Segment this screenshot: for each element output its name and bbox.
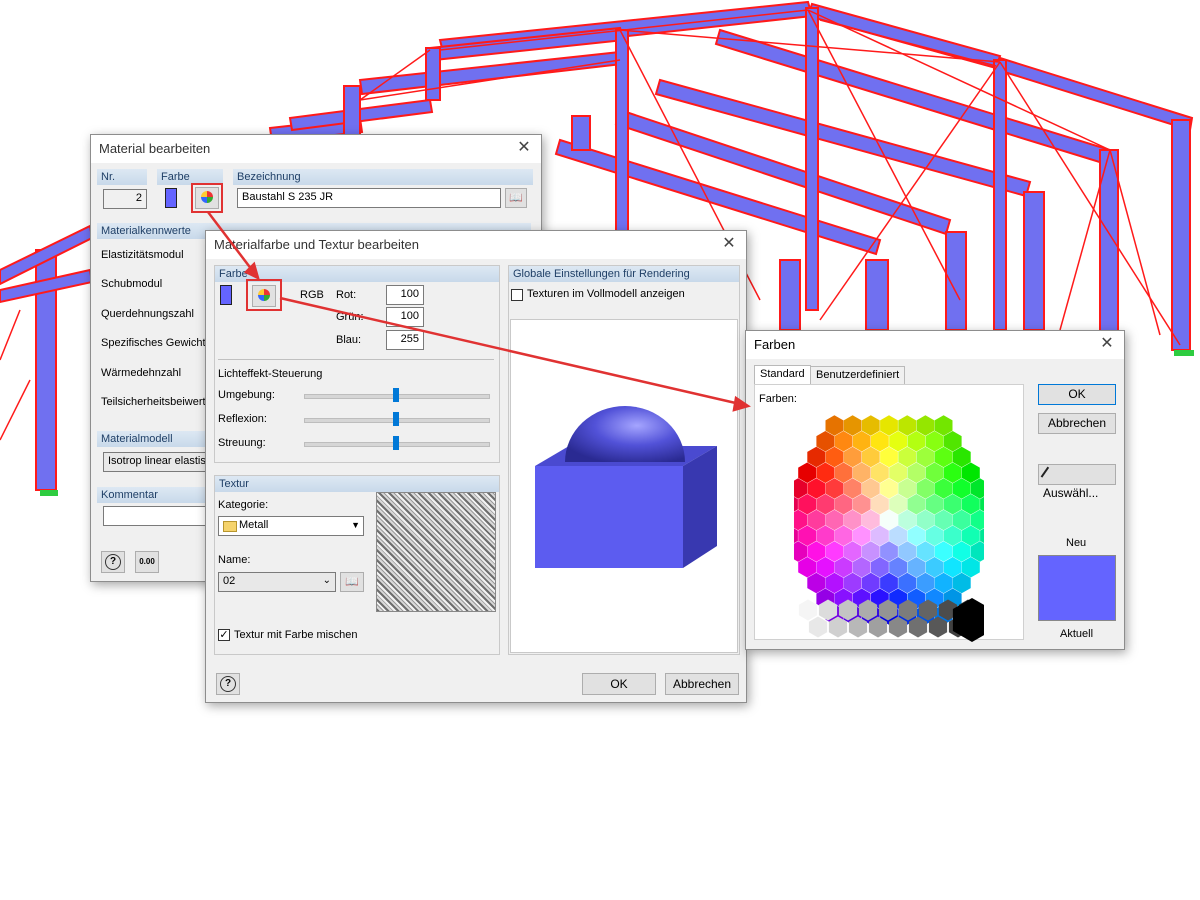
umgebung-label: Umgebung: (218, 389, 275, 401)
kategorie-select[interactable]: Metall ▼ (218, 516, 364, 536)
reflexion-slider-thumb[interactable] (393, 412, 399, 426)
eyedropper-icon (1040, 466, 1058, 484)
colors-title: Farben (754, 337, 796, 352)
color-picker-highlight (246, 279, 282, 311)
rot-input[interactable]: 100 (386, 285, 424, 305)
material-edit-title: Material bearbeiten (99, 141, 211, 156)
blau-input[interactable]: 255 (386, 330, 424, 350)
texture-library-button[interactable]: 📖 (340, 572, 364, 592)
colors-dialog: Farben ✕ Standard Benutzerdefiniert Farb… (745, 330, 1125, 650)
dropdown-arrow-icon: ▼ (351, 520, 360, 530)
umgebung-slider-thumb[interactable] (393, 388, 399, 402)
ok-button[interactable]: OK (582, 673, 656, 695)
help-icon: ? (220, 676, 236, 692)
color-hexagon-palette[interactable] (794, 415, 984, 645)
kennwert-label: Querdehnungszahl (101, 308, 194, 320)
cancel-button[interactable]: Abbrechen (665, 673, 739, 695)
units-icon: 0.00 (139, 557, 155, 566)
rgb-label: RGB (300, 289, 324, 301)
render-preview (510, 319, 738, 653)
vollmodell-checkbox[interactable] (511, 289, 523, 301)
global-rendering-header: Globale Einstellungen für Rendering (509, 266, 739, 282)
material-edit-titlebar[interactable]: Material bearbeiten ✕ (91, 135, 541, 163)
close-icon[interactable]: ✕ (718, 234, 740, 254)
licht-label: Lichteffekt-Steuerung (218, 368, 323, 380)
pick-color-label: Auswähl... (1043, 486, 1099, 500)
kennwert-label: Elastizitätsmodul (101, 249, 184, 261)
mischen-checkbox[interactable]: ✓ (218, 629, 230, 641)
gruen-label: Grün: (336, 311, 364, 323)
book-icon: 📖 (345, 576, 359, 588)
help-icon: ? (105, 554, 121, 570)
palette-gray-cell[interactable] (798, 599, 818, 621)
colors-titlebar[interactable]: Farben ✕ (746, 331, 1124, 359)
color-texture-titlebar[interactable]: Materialfarbe und Textur bearbeiten ✕ (206, 231, 746, 259)
gruen-input[interactable]: 100 (386, 307, 424, 327)
nr-header: Nr. (97, 169, 147, 185)
blau-label: Blau: (336, 334, 362, 346)
material-color-texture-dialog: Materialfarbe und Textur bearbeiten ✕ Fa… (205, 230, 747, 703)
texture-preview (376, 492, 496, 612)
close-icon[interactable]: ✕ (513, 138, 535, 158)
kategorie-label: Kategorie: (218, 499, 269, 511)
mischen-label: Textur mit Farbe mischen (234, 629, 358, 641)
color-texture-title: Materialfarbe und Textur bearbeiten (214, 237, 419, 252)
new-color-preview (1038, 555, 1116, 621)
aktuell-label: Aktuell (1060, 628, 1094, 640)
textur-group-header: Textur (215, 476, 499, 492)
bezeichnung-field[interactable]: Baustahl S 235 JR (237, 188, 501, 208)
chevron-down-icon: ⌄ (322, 575, 331, 586)
help-button[interactable]: ? (101, 551, 125, 573)
streuung-slider-thumb[interactable] (393, 436, 399, 450)
name-label: Name: (218, 554, 251, 566)
library-button[interactable]: 📖 (505, 188, 527, 208)
rot-label: Rot: (336, 289, 357, 301)
kennwert-label: Schubmodul (101, 278, 163, 290)
ok-button[interactable]: OK (1038, 384, 1116, 405)
name-value: 02 (223, 575, 236, 587)
separator (218, 359, 494, 360)
folder-icon (223, 521, 237, 532)
close-icon[interactable]: ✕ (1096, 334, 1118, 354)
nr-field[interactable]: 2 (103, 189, 147, 209)
palette-gray-cell[interactable] (808, 616, 828, 638)
units-button[interactable]: 0.00 (135, 551, 159, 573)
kennwert-label: Teilsicherheitsbeiwert (101, 396, 206, 408)
kategorie-value: Metall (239, 519, 269, 531)
kennwert-label: Wärmedehnzahl (101, 367, 182, 379)
material-color-swatch (165, 188, 177, 208)
pick-color-button[interactable]: Auswähl... (1038, 464, 1116, 500)
farben-label: Farben: (759, 393, 797, 405)
vollmodell-label: Texturen im Vollmodell anzeigen (527, 288, 685, 300)
book-icon: 📖 (509, 192, 523, 204)
cancel-button[interactable]: Abbrechen (1038, 413, 1116, 434)
help-button[interactable]: ? (216, 673, 240, 695)
color-button-highlight (191, 183, 223, 213)
current-color-swatch (220, 285, 232, 305)
name-select[interactable]: 02 ⌄ (218, 572, 336, 592)
bezeichnung-header: Bezeichnung (233, 169, 533, 185)
neu-label: Neu (1066, 537, 1087, 549)
tab-standard[interactable]: Standard (754, 365, 811, 385)
reflexion-label: Reflexion: (218, 413, 267, 425)
tab-benutzerdefiniert[interactable]: Benutzerdefiniert (810, 366, 906, 385)
kennwert-label: Spezifisches Gewicht (101, 337, 206, 349)
streuung-label: Streuung: (218, 437, 266, 449)
preview-3d-shape (535, 406, 717, 568)
